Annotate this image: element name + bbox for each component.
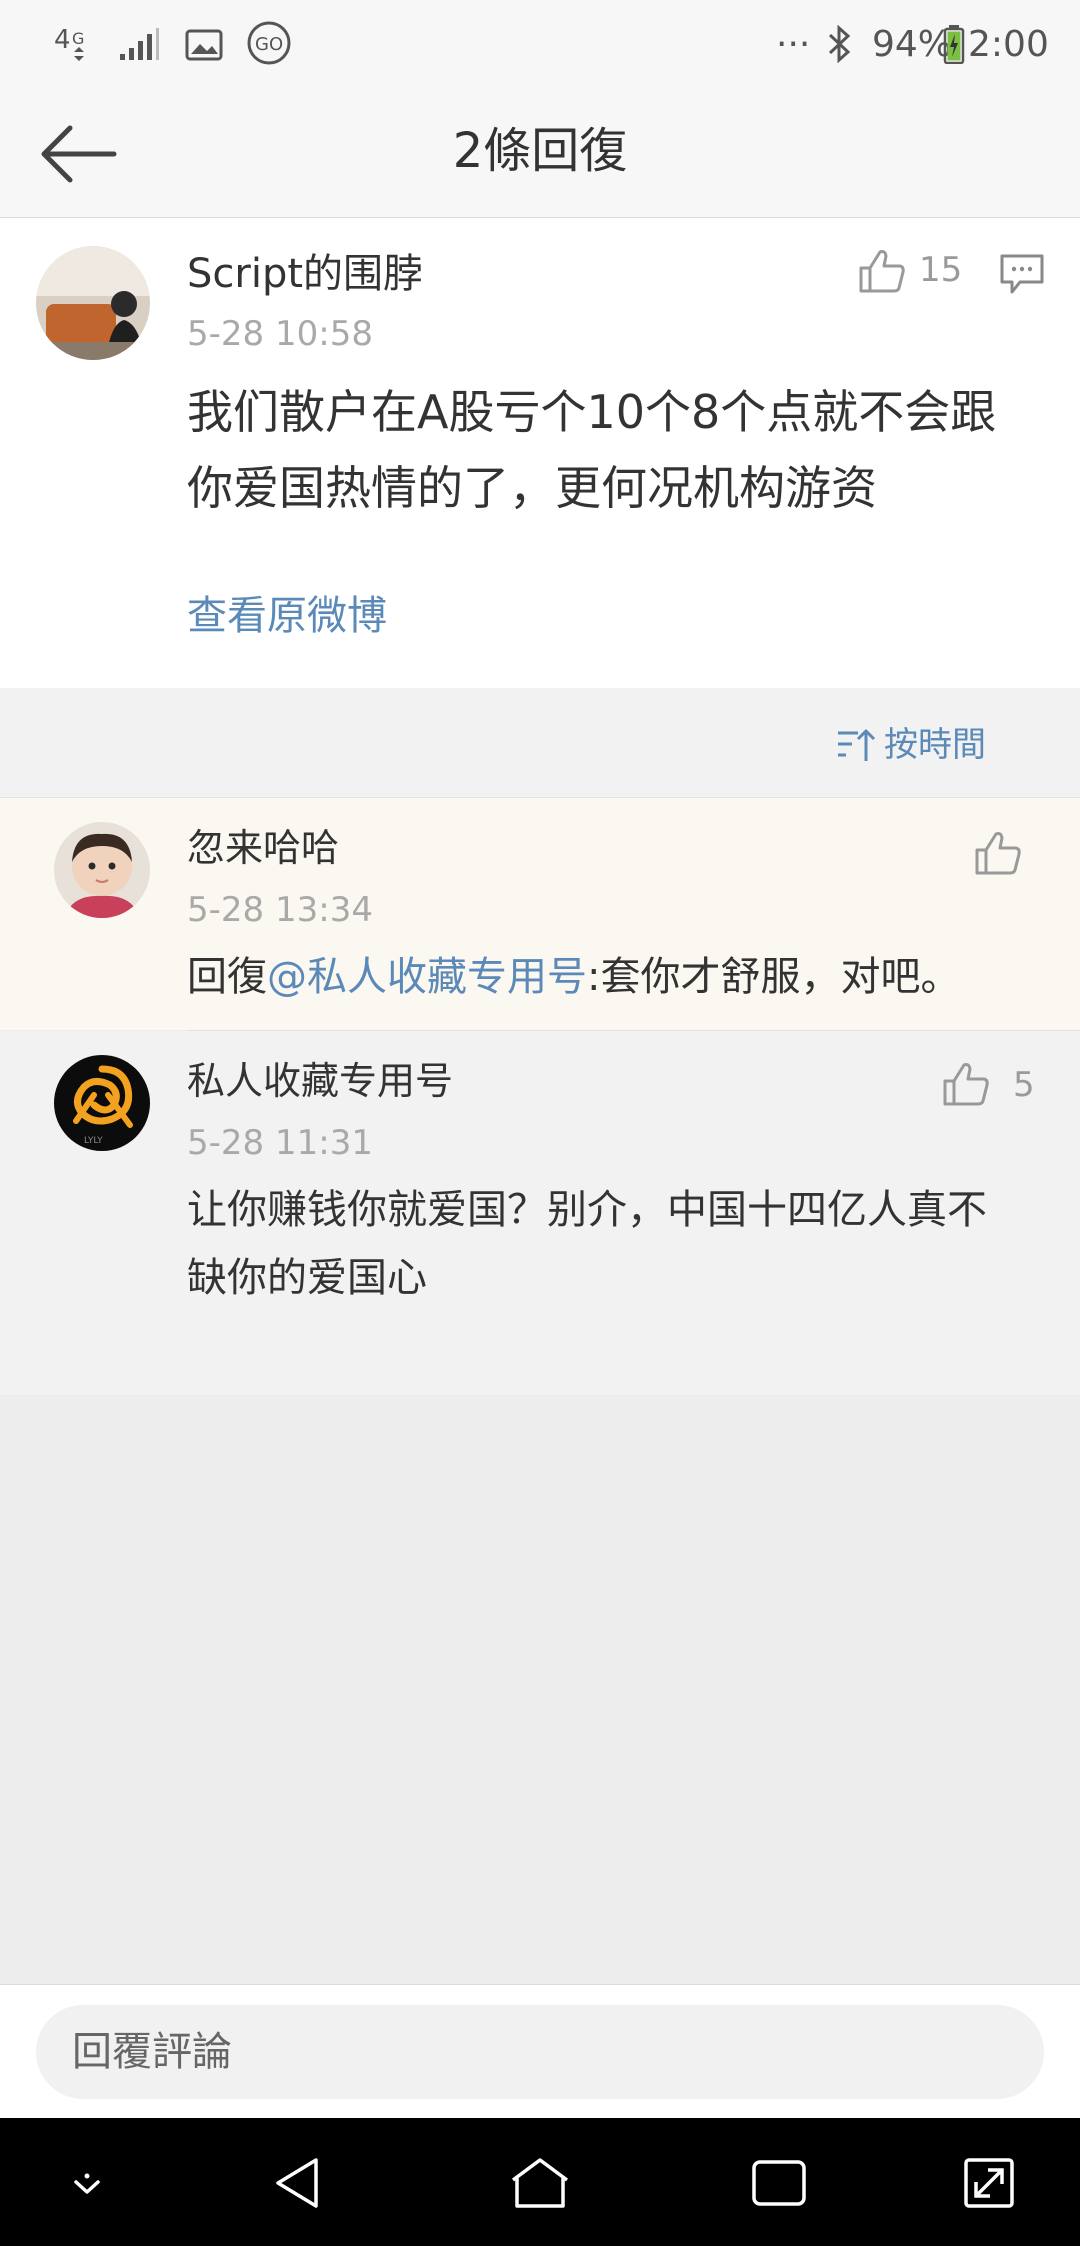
reply-input-bar — [0, 1984, 1080, 2118]
comment-text-line2: 你爱国热情的了，更何况机构游资 — [187, 461, 877, 515]
avatar[interactable] — [36, 246, 150, 360]
comment-icon — [1000, 254, 1044, 294]
view-original-link[interactable]: 查看原微博 — [187, 590, 387, 642]
list-item: 忽来哈哈 5-28 13:34 回復@私人收藏专用号:套你才舒服，对吧。 — [0, 798, 1080, 1030]
nav-back-button[interactable] — [266, 2148, 336, 2218]
like-button[interactable] — [974, 830, 1022, 876]
timestamp: 5-28 11:31 — [187, 1123, 373, 1163]
reply-text-line2: 缺你的爱国心 — [187, 1255, 427, 1301]
status-more: ··· — [776, 24, 811, 65]
thumbs-up-icon — [943, 1063, 989, 1106]
avatar[interactable]: LYLY — [54, 1055, 150, 1151]
status-time: 2:00 — [968, 24, 1049, 65]
comment-text-line1: 我们散户在A股亏个10个8个点就不会跟 — [187, 385, 997, 439]
battery-percent: 94% — [872, 24, 953, 65]
thumbs-up-icon — [975, 832, 1021, 875]
sort-button[interactable]: 按時間 — [836, 722, 986, 768]
mention-link[interactable]: @私人收藏专用号 — [267, 954, 587, 1000]
timestamp: 5-28 13:34 — [187, 890, 373, 930]
main-comment: Script的围脖 5-28 10:58 15 我们散户在A股亏个10个8个点就… — [0, 218, 1080, 688]
expand-icon — [964, 2158, 1014, 2208]
home-icon — [511, 2158, 569, 2208]
sort-icon — [838, 729, 876, 761]
like-button[interactable] — [858, 248, 906, 294]
back-triangle-icon — [276, 2158, 318, 2208]
svg-text:GO: GO — [255, 34, 283, 55]
nav-recents-button[interactable] — [744, 2148, 814, 2218]
network-4g-icon: 4 G — [54, 25, 84, 61]
recents-icon — [752, 2160, 806, 2206]
username[interactable]: 忽来哈哈 — [187, 822, 339, 874]
reply-text: 回復@私人收藏专用号:套你才舒服，对吧。 — [187, 950, 960, 1004]
reply-prefix: 回復 — [187, 954, 267, 1000]
like-button[interactable] — [942, 1061, 990, 1107]
signal-icon — [120, 28, 159, 60]
like-count: 15 — [919, 250, 963, 290]
nav-home-button[interactable] — [505, 2148, 575, 2218]
thumbs-up-icon — [859, 250, 905, 293]
reply-text-line1: 让你赚钱你就爱国？别介，中国十四亿人真不 — [187, 1187, 987, 1233]
list-item: LYLY 私人收藏专用号 5-28 11:31 5 让你赚钱你就爱国？别介，中国… — [0, 1031, 1080, 1395]
nav-bar: 2條回復 — [0, 88, 1080, 218]
go-icon: GO — [247, 21, 291, 65]
username[interactable]: Script的围脖 — [187, 248, 423, 300]
timestamp: 5-28 10:58 — [187, 314, 373, 354]
svg-text:G: G — [72, 29, 84, 48]
svg-text:4: 4 — [54, 25, 71, 55]
nav-expand-button[interactable] — [954, 2148, 1024, 2218]
like-count: 5 — [1013, 1065, 1035, 1105]
sort-label: 按時間 — [884, 725, 986, 765]
reply-body: :套你才舒服，对吧。 — [587, 954, 961, 1000]
chevron-down-icon — [74, 2173, 100, 2194]
status-bar: 4 G GO ··· 94% 2:00 — [0, 0, 1080, 88]
reply-comment-input[interactable] — [36, 2005, 1044, 2099]
username[interactable]: 私人收藏专用号 — [187, 1055, 453, 1107]
system-nav-bar — [0, 2118, 1080, 2246]
page-title: 2條回復 — [452, 123, 628, 179]
nav-hide-button[interactable] — [52, 2148, 122, 2218]
sort-bar: 按時間 — [0, 688, 1080, 798]
bluetooth-icon — [828, 24, 851, 64]
svg-text:LYLY: LYLY — [84, 1136, 103, 1146]
battery-icon — [943, 25, 965, 64]
avatar[interactable] — [54, 822, 150, 918]
comment-button[interactable] — [998, 252, 1046, 296]
gallery-icon — [185, 29, 223, 61]
